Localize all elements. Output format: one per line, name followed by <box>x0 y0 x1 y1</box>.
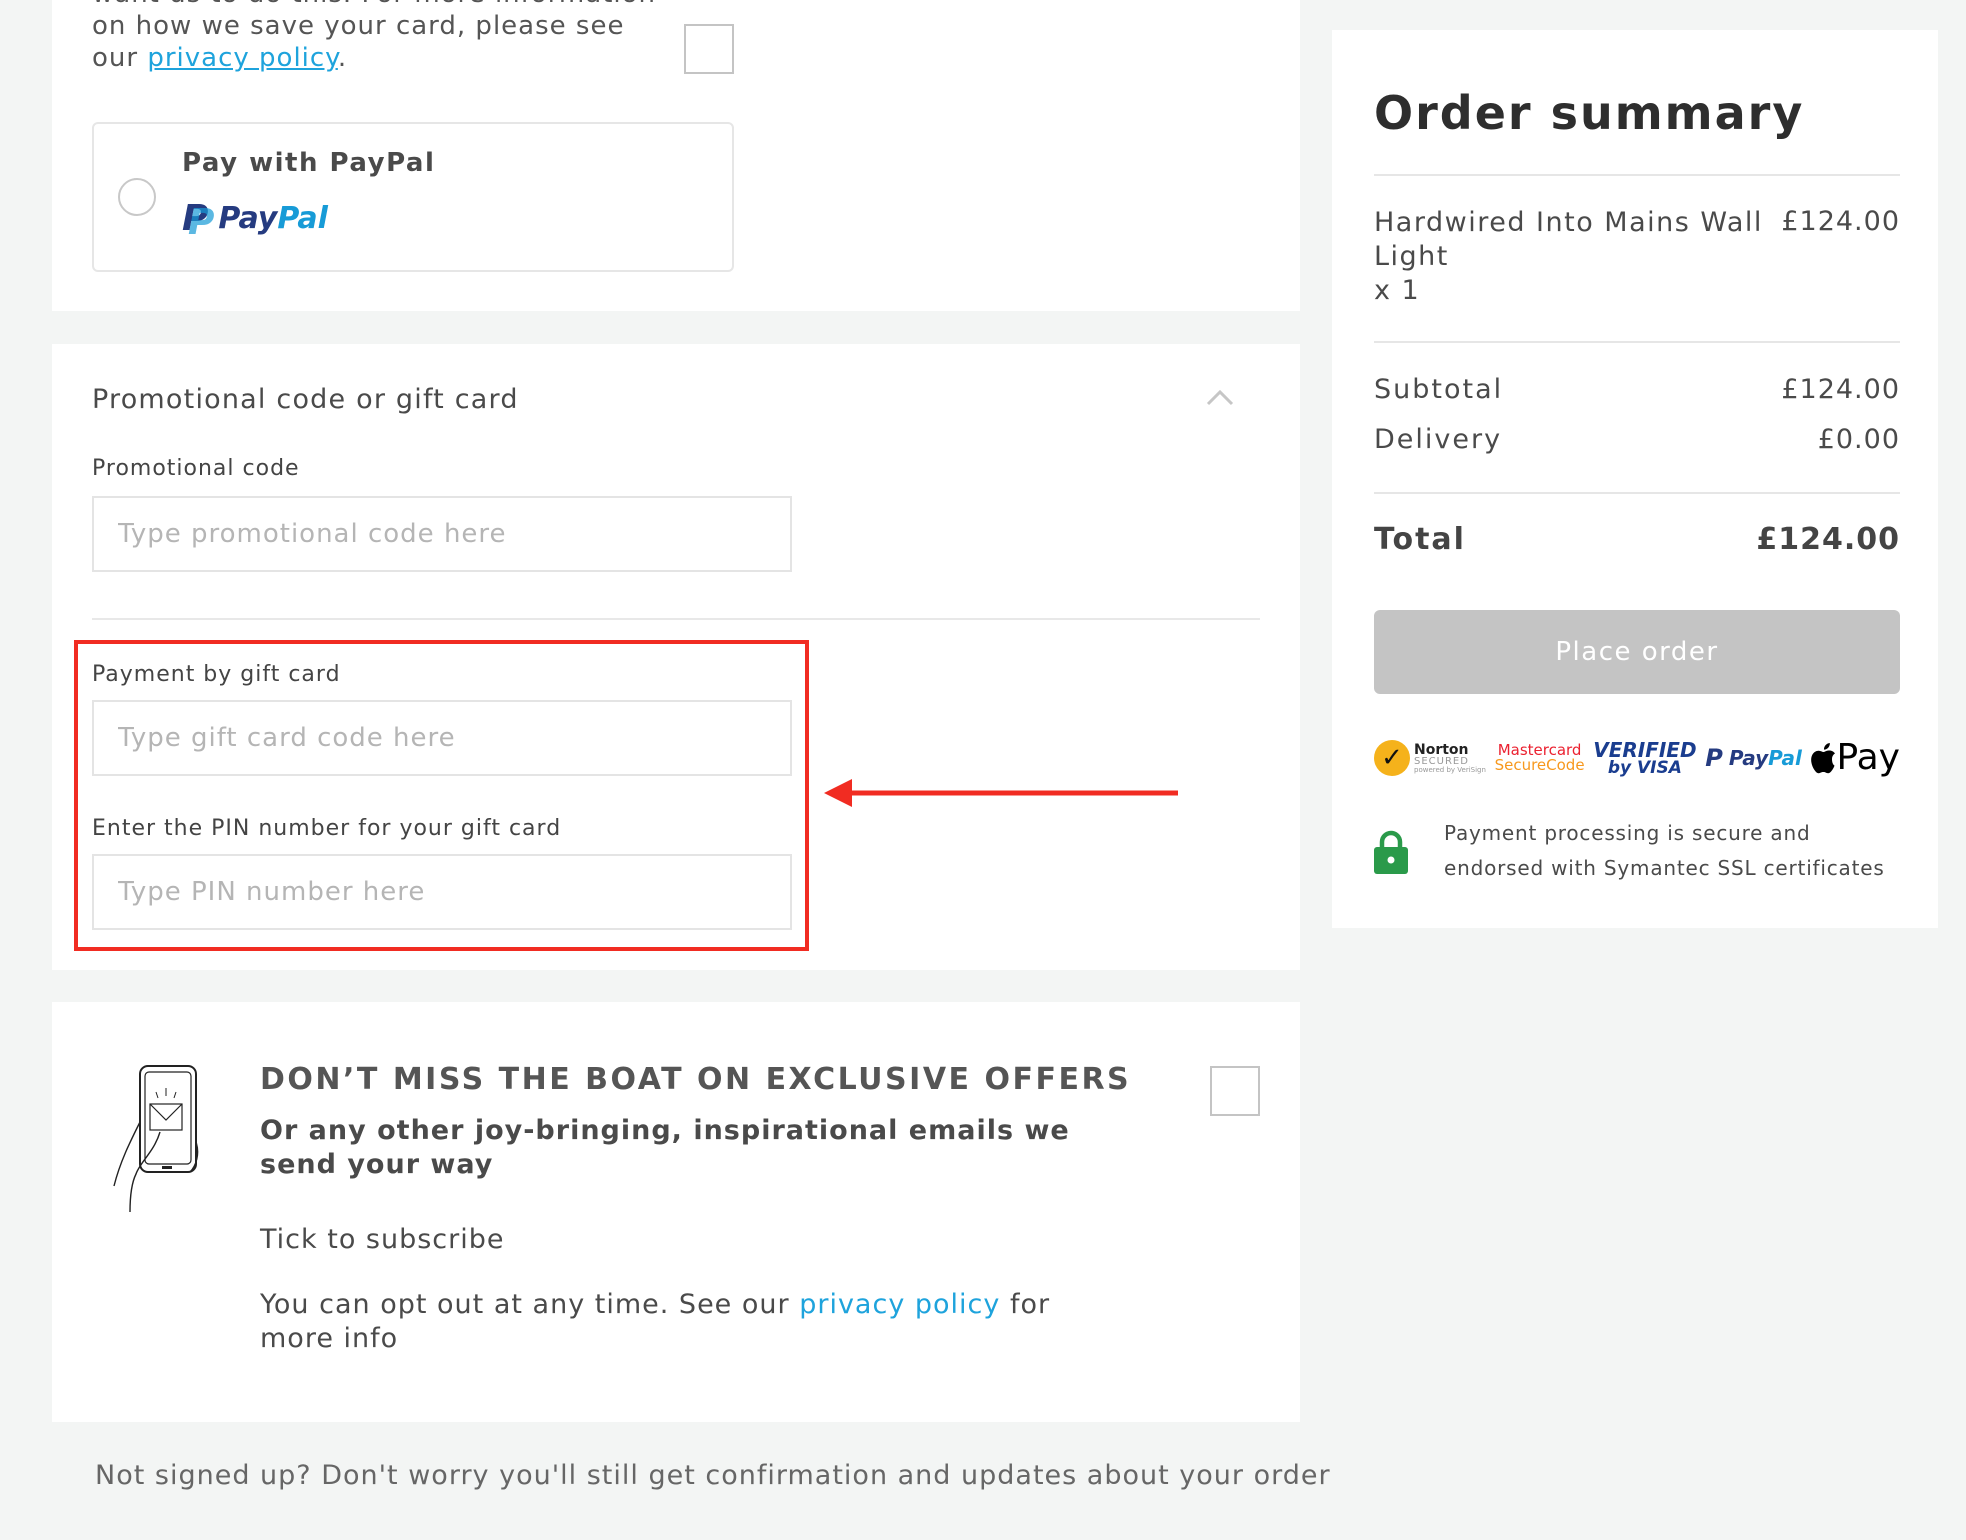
gift-card-input[interactable] <box>92 700 792 776</box>
paypal-radio[interactable] <box>118 178 156 216</box>
promo-section-toggle[interactable]: Promotional code or gift card <box>92 384 519 415</box>
newsletter-panel: DON’T MISS THE BOAT ON EXCLUSIVE OFFERS … <box>52 1002 1300 1422</box>
promo-divider <box>92 618 1260 620</box>
save-card-notice: want us to do this. For more information… <box>92 0 672 74</box>
not-signed-up-note: Not signed up? Don't worry you'll still … <box>95 1460 1331 1491</box>
delivery-value: £0.00 <box>1817 424 1900 455</box>
delivery-label: Delivery <box>1374 424 1503 455</box>
newsletter-title: DON’T MISS THE BOAT ON EXCLUSIVE OFFERS <box>260 1062 1132 1097</box>
norton-secured-badge: ✓ Norton SECURED powered by VeriSign <box>1374 740 1486 776</box>
summary-divider <box>1374 492 1900 494</box>
phone-email-illustration-icon <box>113 1065 199 1213</box>
place-order-button[interactable]: Place order <box>1374 610 1900 694</box>
gift-card-pin-label: Enter the PIN number for your gift card <box>92 816 562 841</box>
apple-pay-text: Pay <box>1836 737 1900 778</box>
total-label: Total <box>1374 522 1466 557</box>
verified-text: VERIFIED <box>1593 737 1697 762</box>
norton-text: Norton <box>1414 741 1469 758</box>
paypal-option-label: Pay with PayPal <box>182 148 436 178</box>
order-summary-title: Order summary <box>1374 86 1805 140</box>
paypal-logo-pay: Pay <box>218 200 278 236</box>
paypal-option[interactable]: Pay with PayPal PP PayPal <box>92 122 734 272</box>
payment-badges: ✓ Norton SECURED powered by VeriSign Mas… <box>1374 728 1900 788</box>
gift-card-label: Payment by gift card <box>92 662 341 687</box>
chevron-up-icon[interactable] <box>1202 380 1238 416</box>
securecode-text: SecureCode <box>1494 756 1585 774</box>
subscribe-checkbox[interactable] <box>1210 1066 1260 1116</box>
secure-payment-notice: Payment processing is secure and endorse… <box>1444 821 1885 880</box>
newsletter-privacy-policy-link[interactable]: privacy policy <box>799 1289 1000 1320</box>
norton-check-icon: ✓ <box>1374 740 1410 776</box>
privacy-policy-link[interactable]: privacy policy <box>147 43 338 73</box>
paypal-logo: PP PayPal <box>182 197 328 243</box>
paypal-p-icon: PP <box>182 197 215 243</box>
tick-to-subscribe-label: Tick to subscribe <box>260 1224 505 1255</box>
item-price: £124.00 <box>1781 206 1900 237</box>
promo-panel: Promotional code or gift card Promotiona… <box>52 344 1300 970</box>
paypal-p-icon: P <box>1705 744 1723 772</box>
gift-card-pin-input[interactable] <box>92 854 792 930</box>
paypal-logo-pal: Pal <box>277 200 328 236</box>
apple-pay-badge: Pay <box>1810 737 1900 778</box>
item-name: Hardwired Into Mains Wall Light <box>1374 207 1763 272</box>
apple-icon <box>1810 743 1835 774</box>
verified-by-visa-badge: VERIFIED by VISA <box>1593 740 1696 777</box>
lock-icon <box>1374 830 1408 874</box>
opt-out-text: You can opt out at any time. See our <box>260 1289 800 1320</box>
promo-code-label: Promotional code <box>92 456 300 481</box>
paypal-pal-text: Pal <box>1768 746 1802 770</box>
order-summary-card: Order summary Hardwired Into Mains Wall … <box>1332 30 1938 928</box>
norton-powered-text: powered by VeriSign <box>1414 765 1486 774</box>
opt-out-notice: You can opt out at any time. See our pri… <box>260 1288 1120 1356</box>
summary-divider <box>1374 174 1900 176</box>
save-card-text-top: want us to do this. For more information <box>92 0 656 9</box>
mastercard-securecode-badge: Mastercard SecureCode <box>1495 743 1585 773</box>
promo-code-input[interactable] <box>92 496 792 572</box>
payment-method-panel: want us to do this. For more information… <box>52 0 1300 311</box>
save-card-checkbox[interactable] <box>684 24 734 74</box>
paypal-pay-text: Pay <box>1728 746 1769 770</box>
subtotal-label: Subtotal <box>1374 374 1504 405</box>
item-quantity: x 1 <box>1374 275 1421 306</box>
by-visa-text: by VISA <box>1607 757 1682 778</box>
newsletter-subtitle: Or any other joy-bringing, inspirational… <box>260 1115 1070 1180</box>
order-item: Hardwired Into Mains Wall Light x 1 <box>1374 206 1764 308</box>
subtotal-value: £124.00 <box>1781 374 1900 405</box>
total-value: £124.00 <box>1756 522 1900 557</box>
period: . <box>337 43 348 73</box>
norton-secured-text: SECURED <box>1414 755 1469 767</box>
annotation-arrow-icon <box>824 779 1178 807</box>
summary-divider <box>1374 341 1900 343</box>
paypal-badge: P PayPal <box>1705 746 1802 770</box>
